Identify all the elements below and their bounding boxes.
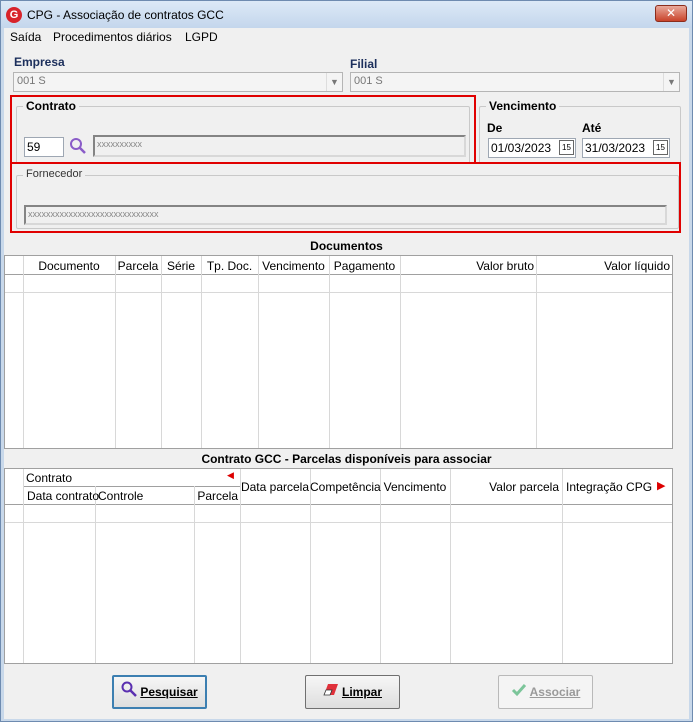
col-vencimento[interactable]: Vencimento <box>258 259 329 273</box>
scroll-right-icon[interactable]: ▶ <box>657 479 665 492</box>
col-data-parcela[interactable]: Data parcela <box>240 480 310 494</box>
col-parcela[interactable]: Parcela <box>115 259 161 273</box>
close-button[interactable]: ✕ <box>655 5 687 22</box>
vencimento-group-title: Vencimento <box>486 99 560 113</box>
pesquisar-label: Pesquisar <box>140 685 198 699</box>
col-integracao-cpg[interactable]: Integração CPG <box>566 480 652 494</box>
app-window: G CPG - Associação de contratos GCC ✕ Sa… <box>0 0 693 722</box>
documentos-title: Documentos <box>310 239 383 253</box>
calendar-icon[interactable]: 15 <box>653 140 668 155</box>
parcelas-title: Contrato GCC - Parcelas disponíveis para… <box>201 452 492 466</box>
parcelas-grid[interactable]: Contrato ◀ Data contrato Controle Parcel… <box>4 468 673 664</box>
associar-button[interactable]: Associar <box>498 675 593 709</box>
chevron-down-icon[interactable]: ▼ <box>663 73 679 91</box>
chevron-down-icon[interactable]: ▼ <box>326 73 342 91</box>
empresa-value: 001 S <box>17 75 46 87</box>
limpar-button[interactable]: Limpar <box>305 675 400 709</box>
menu-bar: Saída Procedimentos diários LGPD <box>4 28 689 46</box>
pesquisar-button[interactable]: Pesquisar <box>112 675 207 709</box>
vencimento-ate-value: 31/03/2023 <box>585 141 646 155</box>
checkmark-icon <box>511 677 527 709</box>
col-data-contrato[interactable]: Data contrato <box>27 489 99 503</box>
col-valor-parcela[interactable]: Valor parcela <box>450 480 559 494</box>
menu-saida[interactable]: Saída <box>10 30 41 44</box>
vencimento-de-value: 01/03/2023 <box>491 141 552 155</box>
menu-procedimentos-diarios[interactable]: Procedimentos diários <box>53 30 172 44</box>
vencimento-ate-label: Até <box>582 121 602 135</box>
vencimento-group: Vencimento De Até 01/03/2023 15 31/03/20… <box>479 99 681 164</box>
empresa-select[interactable]: 001 S ▼ <box>13 72 343 92</box>
window-title: CPG - Associação de contratos GCC <box>27 8 224 22</box>
empresa-label: Empresa <box>14 55 65 69</box>
col-pagamento[interactable]: Pagamento <box>329 259 400 273</box>
menu-lgpd[interactable]: LGPD <box>185 30 218 44</box>
filial-value: 001 S <box>354 75 383 87</box>
col-controle[interactable]: Controle <box>98 489 143 503</box>
eraser-icon <box>323 677 339 709</box>
col-valor-bruto[interactable]: Valor bruto <box>400 259 534 273</box>
limpar-label: Limpar <box>341 685 382 699</box>
scroll-left-icon[interactable]: ◀ <box>227 470 234 481</box>
client-area: Saída Procedimentos diários LGPD Empresa… <box>4 28 689 719</box>
col-parcela-sub[interactable]: Parcela <box>194 489 238 503</box>
col-valor-liquido[interactable]: Valor líquido <box>536 259 670 273</box>
vencimento-ate-input[interactable]: 31/03/2023 15 <box>582 138 670 158</box>
col-tp-doc[interactable]: Tp. Doc. <box>201 259 258 273</box>
search-icon <box>121 678 138 708</box>
title-bar: G CPG - Associação de contratos GCC ✕ <box>1 1 692 28</box>
vencimento-de-input[interactable]: 01/03/2023 15 <box>488 138 576 158</box>
highlight-fornecedor <box>10 162 681 233</box>
col-serie[interactable]: Série <box>161 259 201 273</box>
filial-label: Filial <box>350 57 378 71</box>
app-logo-icon: G <box>6 7 22 23</box>
col-competencia[interactable]: Competência <box>310 480 381 494</box>
vencimento-de-label: De <box>487 121 503 135</box>
col-documento[interactable]: Documento <box>23 259 115 273</box>
col-group-contrato[interactable]: Contrato <box>26 471 72 485</box>
highlight-contrato <box>10 95 476 164</box>
col-vencimento-parcela[interactable]: Vencimento <box>380 480 450 494</box>
calendar-icon[interactable]: 15 <box>559 140 574 155</box>
associar-label: Associar <box>529 685 581 699</box>
documentos-grid[interactable]: Documento Parcela Série Tp. Doc. Vencime… <box>4 255 673 449</box>
filial-select[interactable]: 001 S ▼ <box>350 72 680 92</box>
